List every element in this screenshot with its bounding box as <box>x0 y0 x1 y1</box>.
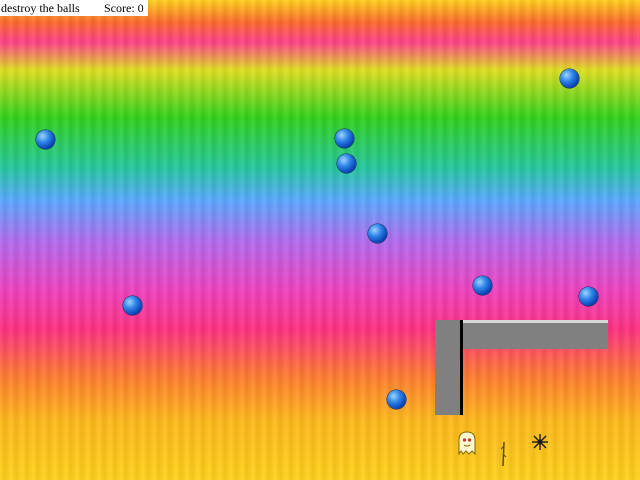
hud-bar: destroy the balls Score: 0 <box>0 0 148 16</box>
ball[interactable] <box>123 296 142 315</box>
game-playfield[interactable]: destroy the balls Score: 0 <box>0 0 640 480</box>
wall-vertical <box>435 320 463 415</box>
ball[interactable] <box>337 154 356 173</box>
ball[interactable] <box>387 390 406 409</box>
score-label: Score: 0 <box>104 1 144 15</box>
game-title: destroy the balls <box>1 1 80 15</box>
ball[interactable] <box>560 69 579 88</box>
ball[interactable] <box>36 130 55 149</box>
wall-horizontal-highlight <box>463 320 608 323</box>
ball[interactable] <box>368 224 387 243</box>
wall-horizontal <box>463 320 608 349</box>
ball[interactable] <box>473 276 492 295</box>
ball[interactable] <box>579 287 598 306</box>
spark-item-icon[interactable] <box>530 432 550 452</box>
stick-item-icon[interactable] <box>498 440 508 468</box>
ghost-player-icon[interactable] <box>456 430 478 456</box>
ball[interactable] <box>335 129 354 148</box>
